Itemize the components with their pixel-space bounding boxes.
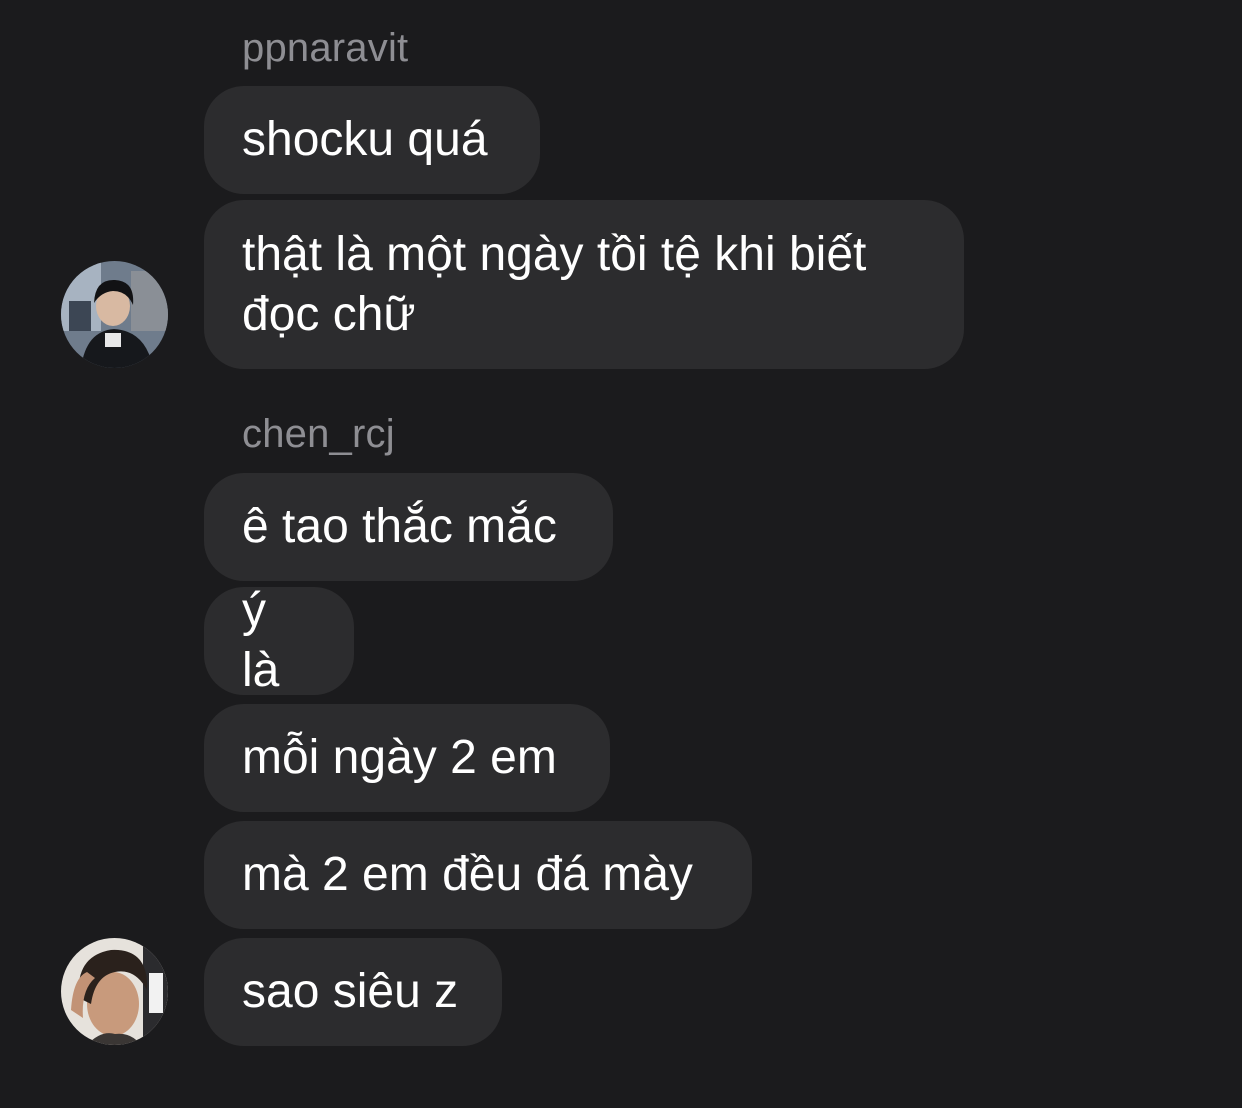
avatar-chen-rcj[interactable] (61, 938, 168, 1045)
message-text: mỗi ngày 2 em (242, 731, 557, 784)
avatar-ppnaravit[interactable] (61, 261, 168, 368)
message-bubble[interactable]: mà 2 em đều đá mày (204, 821, 752, 929)
message-bubble[interactable]: sao siêu z (204, 938, 502, 1046)
profile-photo-icon (61, 261, 168, 368)
sender-name-chen-rcj: chen_rcj (242, 412, 395, 456)
message-bubble[interactable]: shocku quá (204, 86, 540, 194)
message-text: mà 2 em đều đá mày (242, 848, 693, 901)
message-text: shocku quá (242, 113, 488, 166)
message-bubble[interactable]: mỗi ngày 2 em (204, 704, 610, 812)
message-text: ý là (242, 584, 280, 697)
message-bubble[interactable]: thật là một ngày tồi tệ khi biết đọc chữ (204, 200, 964, 369)
message-bubble[interactable]: ý là (204, 584, 354, 697)
sender-name-ppnaravit: ppnaravit (242, 26, 409, 70)
message-text: sao siêu z (242, 965, 459, 1018)
profile-photo-icon (61, 938, 168, 1045)
message-text: ê tao thắc mắc (242, 500, 557, 553)
message-text: thật là một ngày tồi tệ khi biết đọc chữ (242, 227, 880, 341)
message-bubble[interactable]: ê tao thắc mắc (204, 473, 613, 581)
